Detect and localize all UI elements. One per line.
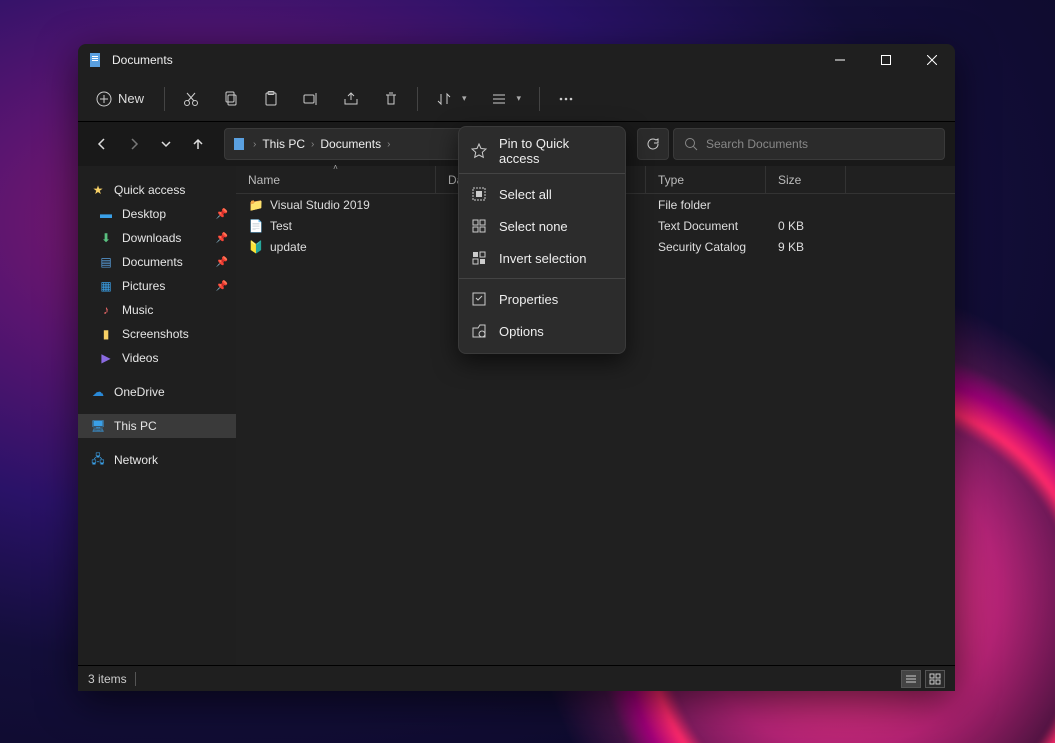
sort-asc-icon: ˄ [333, 163, 338, 172]
videos-icon: ▶ [98, 350, 114, 366]
sidebar: ★ Quick access ▬Desktop📌 ⬇Downloads📌 ▤Do… [78, 166, 236, 665]
certificate-icon: 🔰 [248, 239, 264, 255]
file-explorer-window: Documents New ▾ ▾ › This PC › [78, 44, 955, 691]
copy-button[interactable] [213, 81, 249, 117]
breadcrumb[interactable]: Documents [320, 137, 381, 151]
thumbnails-view-button[interactable] [925, 670, 945, 688]
delete-button[interactable] [373, 81, 409, 117]
select-all-icon [471, 186, 487, 202]
search-icon [684, 137, 698, 151]
titlebar: Documents [78, 44, 955, 76]
view-button[interactable]: ▾ [481, 81, 532, 117]
forward-button[interactable] [120, 130, 148, 158]
sidebar-item-pictures[interactable]: ▦Pictures📌 [78, 274, 236, 298]
menu-select-none[interactable]: Select none [459, 210, 625, 242]
paste-icon [263, 91, 279, 107]
ellipsis-icon [558, 91, 574, 107]
menu-invert-selection[interactable]: Invert selection [459, 242, 625, 274]
pc-icon: 🖥 [90, 418, 106, 434]
chevron-right-icon: › [311, 139, 314, 150]
star-outline-icon [471, 143, 487, 159]
menu-pin-quick-access[interactable]: Pin to Quick access [459, 133, 625, 169]
sidebar-item-onedrive[interactable]: ☁OneDrive [78, 380, 236, 404]
menu-options[interactable]: Options [459, 315, 625, 347]
view-icon [491, 91, 507, 107]
chevron-right-icon: › [387, 139, 390, 150]
folder-icon: ▮ [98, 326, 114, 342]
folder-icon [233, 137, 247, 151]
more-button[interactable] [548, 81, 584, 117]
pin-icon: 📌 [216, 281, 228, 292]
new-button[interactable]: New [84, 81, 156, 117]
back-button[interactable] [88, 130, 116, 158]
up-button[interactable] [184, 130, 212, 158]
sidebar-item-downloads[interactable]: ⬇Downloads📌 [78, 226, 236, 250]
sidebar-item-desktop[interactable]: ▬Desktop📌 [78, 202, 236, 226]
trash-icon [383, 91, 399, 107]
text-file-icon: 📄 [248, 218, 264, 234]
sort-button[interactable]: ▾ [426, 81, 477, 117]
breadcrumb[interactable]: This PC [262, 137, 305, 151]
share-button[interactable] [333, 81, 369, 117]
refresh-button[interactable] [637, 128, 669, 160]
chevron-down-icon: ▾ [517, 93, 522, 104]
status-text: 3 items [88, 672, 127, 686]
paste-button[interactable] [253, 81, 289, 117]
options-icon [471, 323, 487, 339]
rename-button[interactable] [293, 81, 329, 117]
new-label: New [118, 91, 144, 106]
invert-selection-icon [471, 250, 487, 266]
pin-icon: 📌 [216, 209, 228, 220]
copy-icon [223, 91, 239, 107]
sidebar-item-screenshots[interactable]: ▮Screenshots [78, 322, 236, 346]
pin-icon: 📌 [216, 257, 228, 268]
pin-icon: 📌 [216, 233, 228, 244]
download-icon: ⬇ [98, 230, 114, 246]
sidebar-item-this-pc[interactable]: 🖥This PC [78, 414, 236, 438]
network-icon: 🖧 [90, 452, 106, 468]
minimize-button[interactable] [817, 44, 863, 76]
pictures-icon: ▦ [98, 278, 114, 294]
rename-icon [303, 91, 319, 107]
plus-circle-icon [96, 91, 112, 107]
sidebar-item-quick-access[interactable]: ★ Quick access [78, 178, 236, 202]
music-icon: ♪ [98, 302, 114, 318]
column-type[interactable]: Type [646, 166, 766, 193]
cut-button[interactable] [173, 81, 209, 117]
select-none-icon [471, 218, 487, 234]
search-box[interactable] [673, 128, 945, 160]
window-title: Documents [112, 53, 817, 67]
close-button[interactable] [909, 44, 955, 76]
recent-button[interactable] [152, 130, 180, 158]
share-icon [343, 91, 359, 107]
column-name[interactable]: Name˄ [236, 166, 436, 193]
status-bar: 3 items [78, 665, 955, 691]
documents-icon [88, 52, 104, 68]
more-menu: Pin to Quick access Select all Select no… [458, 126, 626, 354]
cut-icon [183, 91, 199, 107]
documents-icon: ▤ [98, 254, 114, 270]
sidebar-item-videos[interactable]: ▶Videos [78, 346, 236, 370]
maximize-button[interactable] [863, 44, 909, 76]
chevron-right-icon: › [253, 139, 256, 150]
chevron-down-icon: ▾ [462, 93, 467, 104]
menu-select-all[interactable]: Select all [459, 178, 625, 210]
sidebar-item-network[interactable]: 🖧Network [78, 448, 236, 472]
menu-properties[interactable]: Properties [459, 283, 625, 315]
cloud-icon: ☁ [90, 384, 106, 400]
search-input[interactable] [706, 137, 934, 151]
sidebar-item-music[interactable]: ♪Music [78, 298, 236, 322]
details-view-button[interactable] [901, 670, 921, 688]
toolbar: New ▾ ▾ [78, 76, 955, 122]
properties-icon [471, 291, 487, 307]
sidebar-item-documents[interactable]: ▤Documents📌 [78, 250, 236, 274]
folder-icon: 📁 [248, 197, 264, 213]
sort-icon [436, 91, 452, 107]
star-icon: ★ [90, 182, 106, 198]
column-size[interactable]: Size [766, 166, 846, 193]
desktop-icon: ▬ [98, 206, 114, 222]
